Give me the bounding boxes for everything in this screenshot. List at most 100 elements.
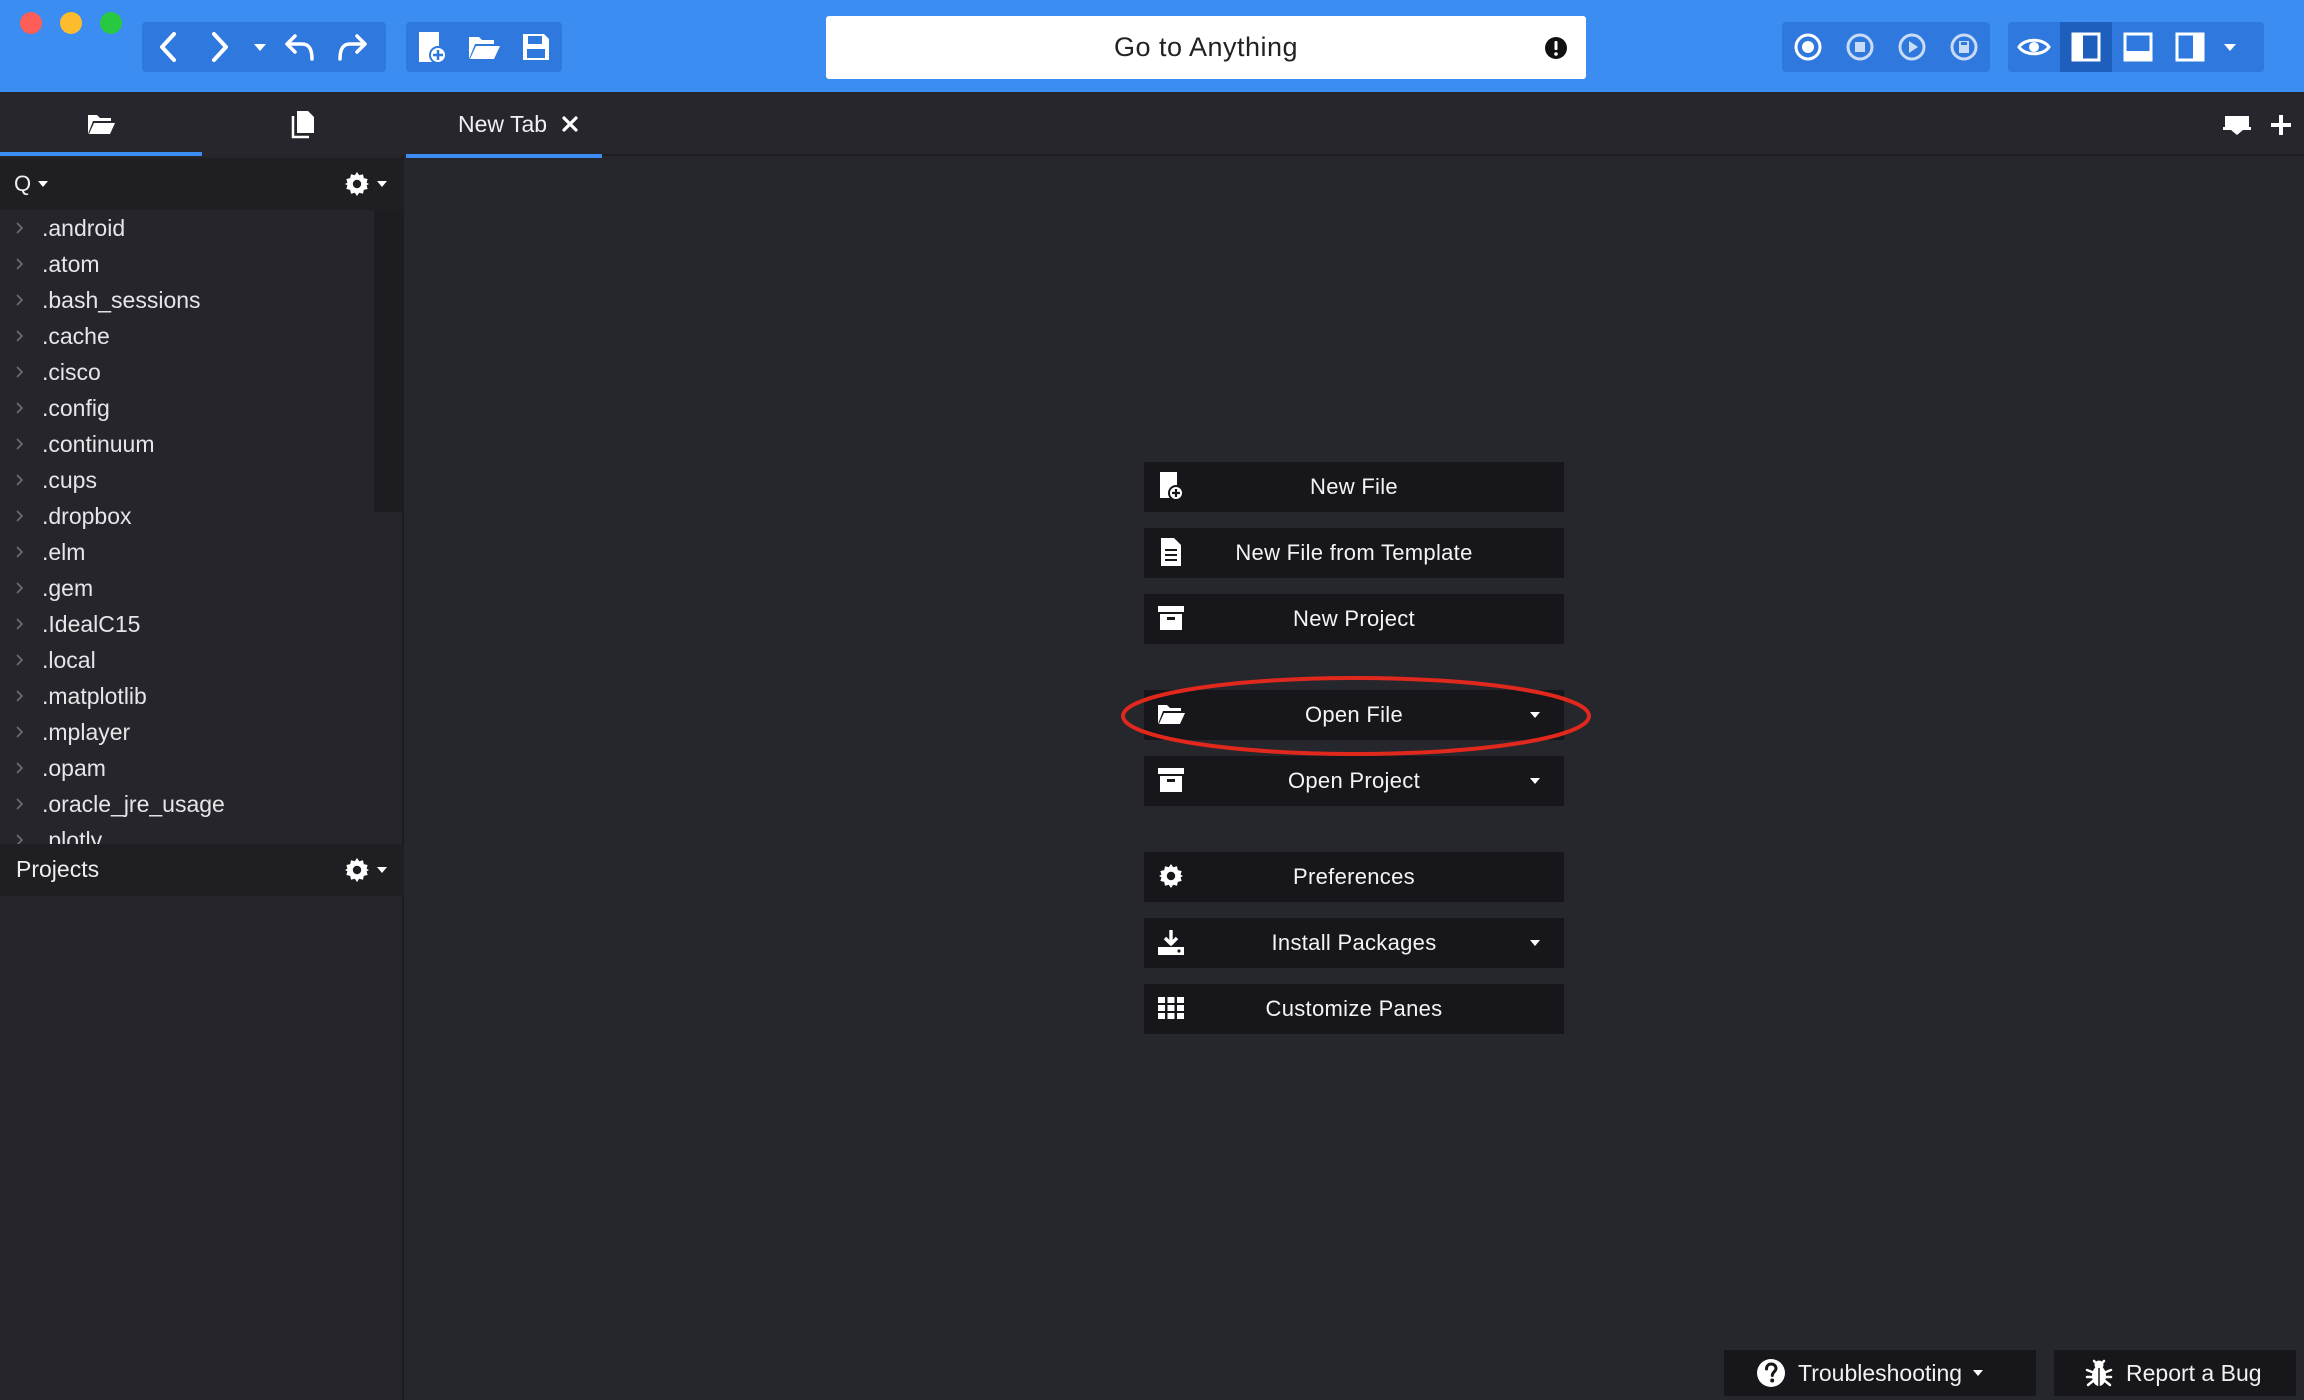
eye-icon (2017, 38, 2051, 56)
chevron-right-icon (0, 330, 30, 342)
record-macro-button[interactable] (1782, 22, 1834, 72)
tab-places[interactable] (0, 92, 202, 156)
troubleshooting-button[interactable]: Troubleshooting (1724, 1350, 2036, 1396)
nav-group (142, 22, 386, 72)
chevron-right-icon (0, 438, 30, 450)
chevron-down-icon (377, 181, 387, 187)
tree-item-label: .oracle_jre_usage (42, 790, 225, 817)
view-group (2008, 22, 2264, 72)
report-bug-button[interactable]: Report a Bug (2054, 1350, 2296, 1396)
tree-item[interactable]: .atom (0, 246, 372, 282)
tree-item[interactable]: .dropbox (0, 498, 372, 534)
toolbar: Go to Anything (0, 0, 2304, 92)
window-close-button[interactable] (20, 12, 42, 34)
chevron-down-icon (38, 181, 49, 187)
stop-macro-button[interactable] (1834, 22, 1886, 72)
tree-scrollbar[interactable] (374, 210, 402, 512)
save-macro-button[interactable] (1938, 22, 1990, 72)
tab-new-tab[interactable]: New Tab (406, 92, 602, 158)
chevron-right-icon (0, 582, 30, 594)
gear-icon (345, 172, 369, 196)
tree-item[interactable]: .android (0, 210, 372, 246)
tab-list-button[interactable] (2222, 112, 2252, 138)
tab-open-files[interactable] (202, 92, 404, 156)
tree-item[interactable]: .mplayer (0, 714, 372, 750)
gear-icon (345, 858, 369, 882)
toggle-right-pane-button[interactable] (2164, 22, 2216, 72)
tree-item[interactable]: .matplotlib (0, 678, 372, 714)
customize-panes-label: Customize Panes (1265, 996, 1443, 1021)
preferences-button[interactable]: Preferences (1144, 852, 1564, 902)
places-settings-button[interactable] (344, 168, 388, 200)
history-dropdown-button[interactable] (246, 22, 274, 72)
focus-mode-button[interactable] (2008, 22, 2060, 72)
filter-button[interactable]: Q (14, 168, 49, 200)
tree-item-label: .continuum (42, 430, 155, 457)
redo-button[interactable] (326, 22, 378, 72)
chevron-down-icon[interactable] (1528, 710, 1542, 720)
projects-label: Projects (16, 856, 100, 882)
toggle-left-pane-button[interactable] (2060, 22, 2112, 72)
tree-item[interactable]: .continuum (0, 426, 372, 462)
window-zoom-button[interactable] (100, 12, 122, 34)
go-to-anything-label: Go to Anything (1113, 32, 1299, 62)
new-project-button[interactable]: New Project (1144, 594, 1564, 644)
chevron-down-icon (377, 867, 387, 873)
open-file-button[interactable]: Open File (1144, 690, 1564, 740)
right-pane-icon (2175, 32, 2205, 62)
places-header: Q (0, 158, 404, 210)
tree-item[interactable]: .IdealC15 (0, 606, 372, 642)
tree-item[interactable]: .opam (0, 750, 372, 786)
tree-item[interactable]: .oracle_jre_usage (0, 786, 372, 822)
chevron-right-icon (0, 222, 30, 234)
customize-panes-button[interactable]: Customize Panes (1144, 984, 1564, 1034)
tab-list-icon (2223, 116, 2251, 135)
new-file-button[interactable] (406, 22, 458, 72)
tab-label: New Tab (458, 110, 548, 137)
pane-options-dropdown[interactable] (2216, 22, 2244, 72)
install-packages-button[interactable]: Install Packages (1144, 918, 1564, 968)
record-macro-icon (1794, 33, 1822, 61)
save-button[interactable] (510, 22, 562, 72)
tree-item[interactable]: .cache (0, 318, 372, 354)
open-file-label: Open File (1304, 702, 1404, 727)
tree-item[interactable]: .cisco (0, 354, 372, 390)
tree-item[interactable]: .local (0, 642, 372, 678)
chevron-right-icon (0, 402, 30, 414)
places-folder-icon (88, 115, 115, 134)
chevron-right-icon (0, 510, 30, 522)
chevron-down-icon[interactable] (1528, 776, 1542, 786)
play-macro-button[interactable] (1886, 22, 1938, 72)
go-to-anything-bar[interactable]: Go to Anything (826, 16, 1586, 79)
exclamation-icon[interactable] (1544, 36, 1568, 60)
tree-item[interactable]: .bash_sessions (0, 282, 372, 318)
projects-settings-button[interactable] (344, 854, 388, 886)
chevron-right-icon (0, 474, 30, 486)
close-icon[interactable] (561, 115, 579, 133)
toggle-bottom-pane-button[interactable] (2112, 22, 2164, 72)
new-file-from-template-button[interactable]: New File from Template (1144, 528, 1564, 578)
chevron-down-icon[interactable] (1528, 938, 1542, 948)
undo-button[interactable] (274, 22, 326, 72)
tree-item[interactable]: .gem (0, 570, 372, 606)
forward-button[interactable] (194, 22, 246, 72)
troubleshooting-label: Troubleshooting (1798, 1359, 1963, 1386)
save-macro-icon (1950, 33, 1978, 61)
open-folder-button[interactable] (458, 22, 510, 72)
new-file-label: New File (1310, 474, 1398, 499)
tree-item-label: .matplotlib (42, 682, 147, 709)
report-bug-label: Report a Bug (2126, 1359, 2262, 1386)
filter-label: Q (14, 171, 32, 196)
tree-item[interactable]: .cups (0, 462, 372, 498)
window-minimize-button[interactable] (60, 12, 82, 34)
tree-item[interactable]: .elm (0, 534, 372, 570)
tree-item[interactable]: .config (0, 390, 372, 426)
open-project-button[interactable]: Open Project (1144, 756, 1564, 806)
tree-item-label: .android (42, 214, 126, 241)
new-file-button[interactable]: New File (1144, 462, 1564, 512)
tree-item-label: .cache (42, 322, 110, 349)
tree-item-label: .gem (42, 574, 94, 601)
back-button[interactable] (142, 22, 194, 72)
open-folder-icon (469, 37, 500, 59)
new-tab-button[interactable] (2266, 112, 2296, 138)
